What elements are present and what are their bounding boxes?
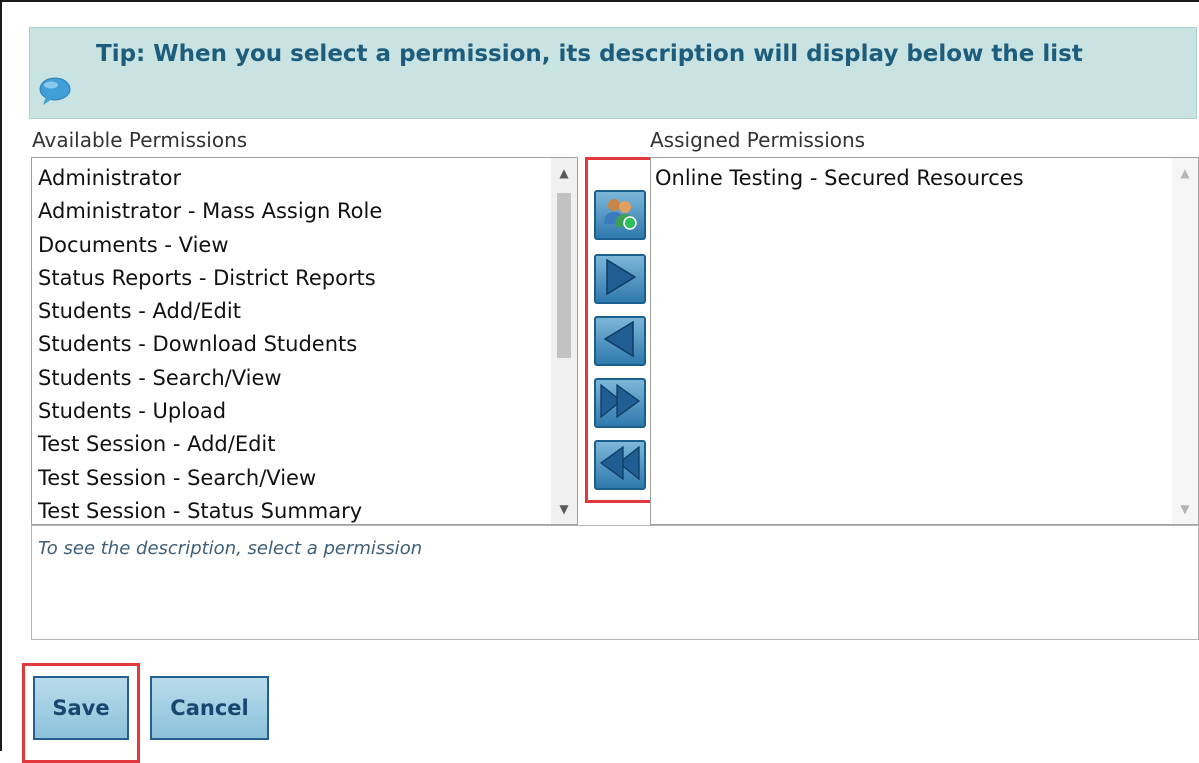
list-item[interactable]: Students - Upload: [38, 395, 547, 428]
list-item[interactable]: Administrator - Mass Assign Role: [38, 195, 547, 228]
list-item[interactable]: Administrator: [38, 162, 547, 195]
available-permissions-list[interactable]: Administrator Administrator - Mass Assig…: [31, 157, 578, 525]
list-item[interactable]: Online Testing - Secured Resources: [655, 162, 1168, 195]
tip-banner: Tip: When you select a permission, its d…: [29, 27, 1197, 119]
list-item[interactable]: Students - Download Students: [38, 328, 547, 361]
arrow-right-icon: [603, 258, 637, 300]
move-all-left-button[interactable]: [594, 440, 646, 490]
scrollbar-thumb[interactable]: [557, 193, 571, 358]
move-left-button[interactable]: [594, 316, 646, 366]
save-button[interactable]: Save: [33, 676, 129, 740]
move-all-right-button[interactable]: [594, 378, 646, 428]
scroll-down-arrow-icon[interactable]: ▼: [1172, 496, 1198, 522]
available-list-scrollbar[interactable]: ▲ ▼: [551, 158, 577, 524]
permission-description-box: To see the description, select a permiss…: [31, 525, 1199, 640]
cancel-button[interactable]: Cancel: [150, 676, 269, 740]
description-placeholder: To see the description, select a permiss…: [38, 538, 423, 559]
available-permissions-label: Available Permissions: [32, 128, 248, 152]
speech-bubble-icon: [38, 74, 72, 108]
move-buttons-highlight: [585, 157, 657, 503]
assigned-permissions-label: Assigned Permissions: [650, 128, 866, 152]
list-item[interactable]: Documents - View: [38, 229, 547, 262]
scroll-down-arrow-icon[interactable]: ▼: [551, 496, 577, 522]
assigned-permissions-list[interactable]: Online Testing - Secured Resources ▲ ▼: [650, 157, 1199, 525]
list-item[interactable]: Test Session - Status Summary: [38, 495, 547, 524]
arrow-left-icon: [603, 320, 637, 362]
list-item[interactable]: Status Reports - District Reports: [38, 262, 547, 295]
list-item[interactable]: Test Session - Add/Edit: [38, 428, 547, 461]
scroll-up-arrow-icon[interactable]: ▲: [551, 160, 577, 186]
list-item[interactable]: Test Session - Search/View: [38, 462, 547, 495]
double-arrow-right-icon: [599, 382, 641, 424]
tip-text: Tip: When you select a permission, its d…: [96, 41, 1083, 67]
double-arrow-left-icon: [599, 444, 641, 486]
assigned-list-scrollbar[interactable]: ▲ ▼: [1172, 158, 1198, 524]
move-right-button[interactable]: [594, 254, 646, 304]
users-add-icon: [601, 194, 639, 236]
list-item[interactable]: Students - Add/Edit: [38, 295, 547, 328]
scroll-up-arrow-icon[interactable]: ▲: [1172, 160, 1198, 186]
list-item[interactable]: Students - Search/View: [38, 362, 547, 395]
assign-users-button[interactable]: [594, 190, 646, 240]
